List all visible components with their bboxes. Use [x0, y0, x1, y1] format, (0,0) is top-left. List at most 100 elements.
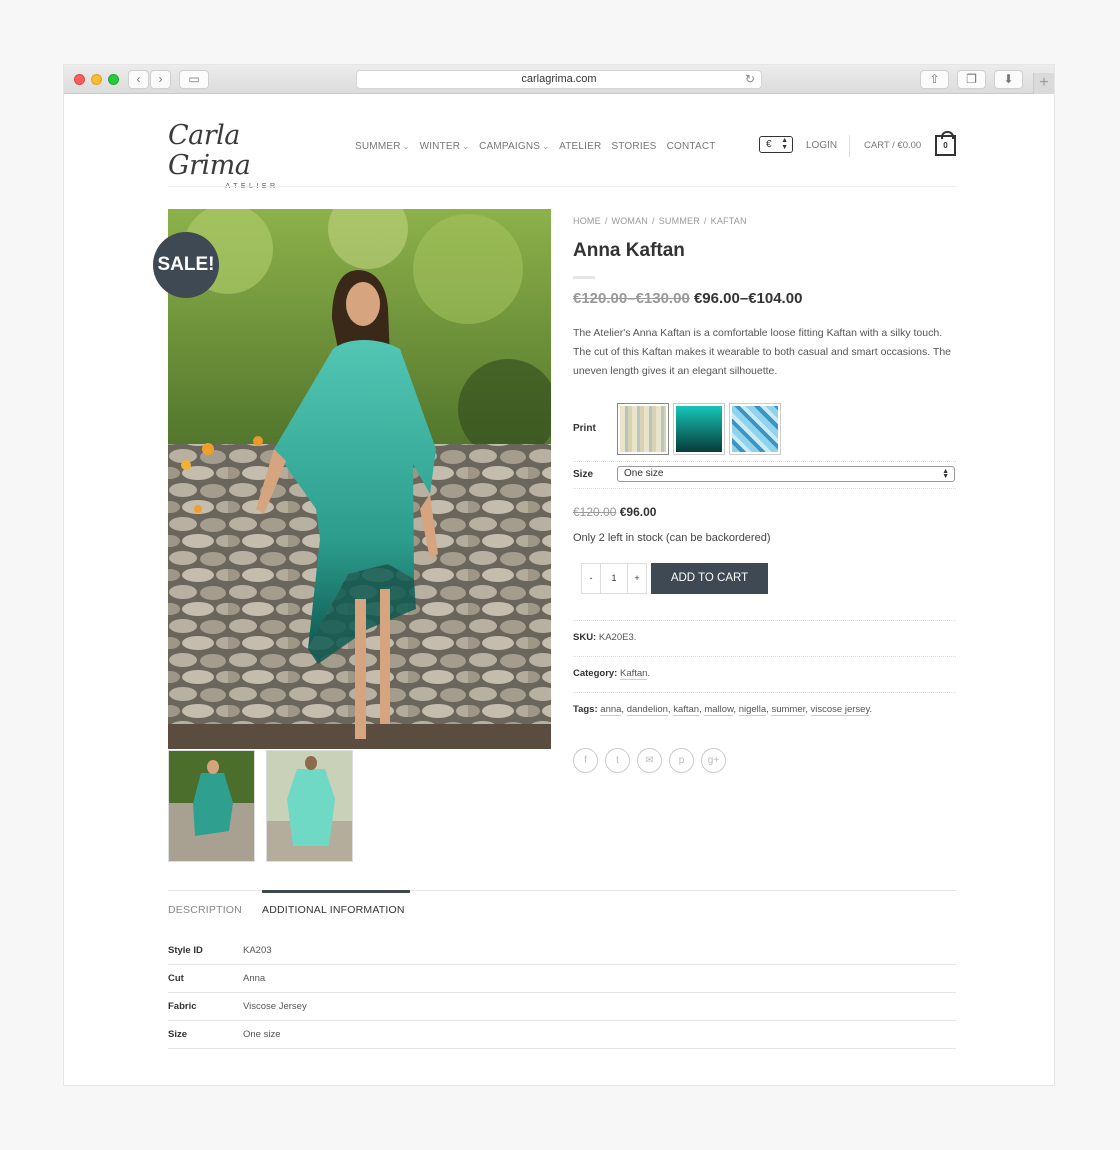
breadcrumb-link-kaftan[interactable]: KAFTAN — [711, 216, 747, 226]
tag-separator: , — [667, 704, 671, 715]
header-divider-line — [168, 186, 956, 187]
breadcrumb-link-summer[interactable]: SUMMER — [659, 216, 700, 226]
close-window-button[interactable] — [74, 74, 85, 85]
nav-label: ATELIER — [559, 141, 602, 152]
tags-row: Tags: anna, dandelion, kaftan, mallow, n… — [573, 704, 873, 716]
currency-select[interactable]: € ▲ ▼ — [759, 136, 793, 153]
email-icon[interactable]: ✉ — [637, 748, 662, 773]
nav-item-winter[interactable]: WINTER ⌄ — [420, 141, 470, 152]
tag-link[interactable]: summer — [771, 704, 806, 716]
cart-bag-icon[interactable]: 0 — [935, 131, 956, 156]
print-swatch-blue[interactable] — [729, 403, 781, 455]
sku-row: SKU: KA20E3. — [573, 632, 636, 643]
sku-label: SKU: — [573, 632, 597, 643]
sale-badge: SALE! — [153, 232, 219, 298]
site-logo[interactable]: Carla Grima ATELIER — [168, 121, 320, 191]
category-link[interactable]: Kaftan — [619, 668, 648, 680]
active-tab-indicator — [262, 890, 410, 893]
tags-label: Tags: — [573, 704, 598, 715]
select-arrows-icon: ▲ ▼ — [942, 468, 949, 480]
nav-label: WINTER — [419, 141, 461, 152]
reload-icon[interactable]: ↻ — [745, 71, 755, 88]
nav-item-atelier[interactable]: ATELIER — [559, 141, 601, 152]
forward-button[interactable]: › — [150, 70, 171, 89]
add-to-cart-button[interactable]: ADD TO CART — [651, 563, 768, 594]
attribute-row: Cut Anna — [168, 965, 956, 993]
breadcrumb-link-home[interactable]: HOME — [573, 216, 601, 226]
product-thumbnail-2[interactable] — [266, 750, 353, 862]
size-select[interactable]: One size ▲ ▼ — [617, 466, 955, 482]
nav-item-campaigns[interactable]: CAMPAIGNS ⌄ — [479, 141, 549, 152]
attribute-value: KA203 — [243, 945, 272, 956]
downloads-icon[interactable]: ⬇ — [994, 70, 1023, 89]
sidebar-icon[interactable]: ▭ — [179, 70, 209, 89]
title-divider — [573, 276, 595, 279]
tab-additional-information[interactable]: ADDITIONAL INFORMATION — [262, 904, 405, 916]
thumbnail-photo-back — [267, 751, 352, 861]
attribute-row: Style ID KA203 — [168, 937, 956, 965]
nav-label: SUMMER — [355, 141, 401, 152]
chevron-down-icon: ⌄ — [462, 142, 470, 151]
tab-description[interactable]: DESCRIPTION — [168, 904, 242, 916]
attribute-value: Anna — [243, 973, 266, 984]
tag-separator: . — [869, 704, 873, 715]
product-title: Anna Kaftan — [573, 240, 685, 261]
nav-label: STORIES — [611, 141, 657, 152]
attribute-key: Size — [168, 1029, 188, 1040]
product-main-image[interactable] — [168, 209, 551, 749]
category-label: Category: — [573, 668, 618, 679]
share-icons: f t ✉ p g+ — [573, 748, 726, 773]
tag-link[interactable]: viscose jersey — [810, 704, 870, 716]
login-link[interactable]: LOGIN — [806, 140, 837, 151]
breadcrumb-separator: / — [652, 216, 655, 226]
print-swatch-teal[interactable] — [673, 403, 725, 455]
stock-status: Only 2 left in stock (can be backordered… — [573, 532, 771, 544]
attribute-value: One size — [243, 1029, 281, 1040]
googleplus-icon[interactable]: g+ — [701, 748, 726, 773]
tag-link[interactable]: kaftan — [673, 704, 700, 716]
new-tab-icon[interactable]: + — [1033, 73, 1054, 94]
share-icon[interactable]: ⇧ — [920, 70, 949, 89]
tag-link[interactable]: dandelion — [626, 704, 668, 716]
print-swatch-dandelion[interactable] — [617, 403, 669, 455]
back-button[interactable]: ‹ — [128, 70, 149, 89]
logo-script: Carla Grima — [168, 120, 251, 181]
tag-link[interactable]: nigella — [738, 704, 767, 716]
qty-input[interactable]: 1 — [601, 563, 627, 594]
zoom-window-button[interactable] — [108, 74, 119, 85]
quantity-stepper: - 1 + — [581, 563, 647, 594]
variation-price-old: €120.00 — [573, 505, 617, 519]
select-arrows-icon: ▲ ▼ — [781, 137, 788, 151]
cart-link[interactable]: CART / €0.00 — [864, 140, 921, 151]
header-divider — [849, 135, 850, 157]
print-label: Print — [573, 423, 596, 434]
thumbnail-photo — [169, 751, 254, 861]
attribute-key: Fabric — [168, 1001, 197, 1012]
nav-item-summer[interactable]: SUMMER ⌄ — [355, 141, 410, 152]
category-period: . — [647, 668, 651, 679]
pinterest-icon[interactable]: p — [669, 748, 694, 773]
qty-plus-button[interactable]: + — [627, 563, 647, 594]
tabs-icon[interactable]: ❐ — [957, 70, 986, 89]
tag-link[interactable]: mallow — [704, 704, 734, 716]
facebook-icon[interactable]: f — [573, 748, 598, 773]
tag-separator: , — [766, 704, 769, 715]
nav-item-contact[interactable]: CONTACT — [667, 141, 716, 152]
size-select-value: One size — [624, 468, 664, 479]
browser-toolbar: ‹ › ▭ carlagrima.com ↻ ⇧ ❐ ⬇ + — [64, 65, 1054, 94]
product-thumbnail-1[interactable] — [168, 750, 255, 862]
attribute-row: Fabric Viscose Jersey — [168, 993, 956, 1021]
tag-separator: , — [733, 704, 737, 715]
url-text: carlagrima.com — [521, 73, 597, 85]
variation-price: €120.00 €96.00 — [573, 505, 656, 519]
tag-link[interactable]: anna — [600, 704, 622, 716]
chevron-down-icon: ⌄ — [542, 142, 550, 151]
nav-item-stories[interactable]: STORIES — [611, 141, 656, 152]
breadcrumb-link-woman[interactable]: WOMAN — [612, 216, 649, 226]
variation-price-new: €96.00 — [619, 505, 657, 519]
minimize-window-button[interactable] — [91, 74, 102, 85]
address-bar[interactable]: carlagrima.com ↻ — [356, 70, 762, 89]
twitter-icon[interactable]: t — [605, 748, 630, 773]
qty-minus-button[interactable]: - — [581, 563, 601, 594]
breadcrumb-separator: / — [703, 216, 707, 226]
